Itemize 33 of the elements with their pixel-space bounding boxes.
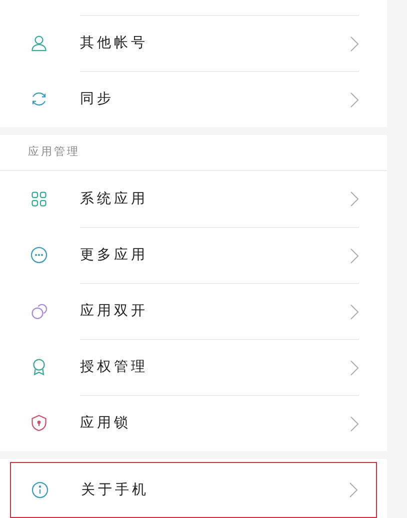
grid-icon (30, 190, 48, 208)
row-label: 关于手机 (81, 480, 150, 500)
info-icon (31, 481, 49, 499)
person-icon (30, 34, 48, 52)
settings-row[interactable]: 授权管理 (0, 339, 387, 395)
chevron-icon (350, 304, 359, 320)
chevron-icon (350, 191, 359, 207)
chevron-icon (350, 248, 359, 264)
row-label: 应用锁 (80, 414, 132, 433)
settings-row[interactable]: 系统应用 (0, 171, 387, 227)
row-label: 更多应用 (80, 246, 149, 265)
chevron-icon (350, 92, 359, 108)
award-icon (30, 358, 48, 376)
settings-row[interactable]: 应用锁 (0, 395, 387, 451)
settings-row[interactable]: 关于手机 (10, 462, 377, 518)
settings-row[interactable]: 其他帐号 (0, 15, 387, 71)
sync-icon (30, 90, 48, 108)
chevron-icon (350, 360, 359, 376)
row-label: 系统应用 (80, 190, 149, 208)
more-icon (30, 246, 48, 264)
row-label: 其他帐号 (80, 34, 149, 53)
chevron-icon (350, 36, 359, 52)
settings-row[interactable]: 同步 (0, 71, 387, 127)
chevron-icon (350, 416, 359, 432)
section-header: 应用管理 (28, 144, 80, 160)
shield-icon (30, 414, 48, 432)
row-label: 同步 (80, 90, 115, 109)
chevron-icon (349, 482, 358, 498)
row-label: 授权管理 (80, 358, 149, 377)
settings-row[interactable]: 更多应用 (0, 227, 387, 283)
row-label: 应用双开 (80, 302, 149, 321)
settings-row[interactable]: 应用双开 (0, 283, 387, 339)
overlapping-circles-icon (30, 302, 48, 320)
